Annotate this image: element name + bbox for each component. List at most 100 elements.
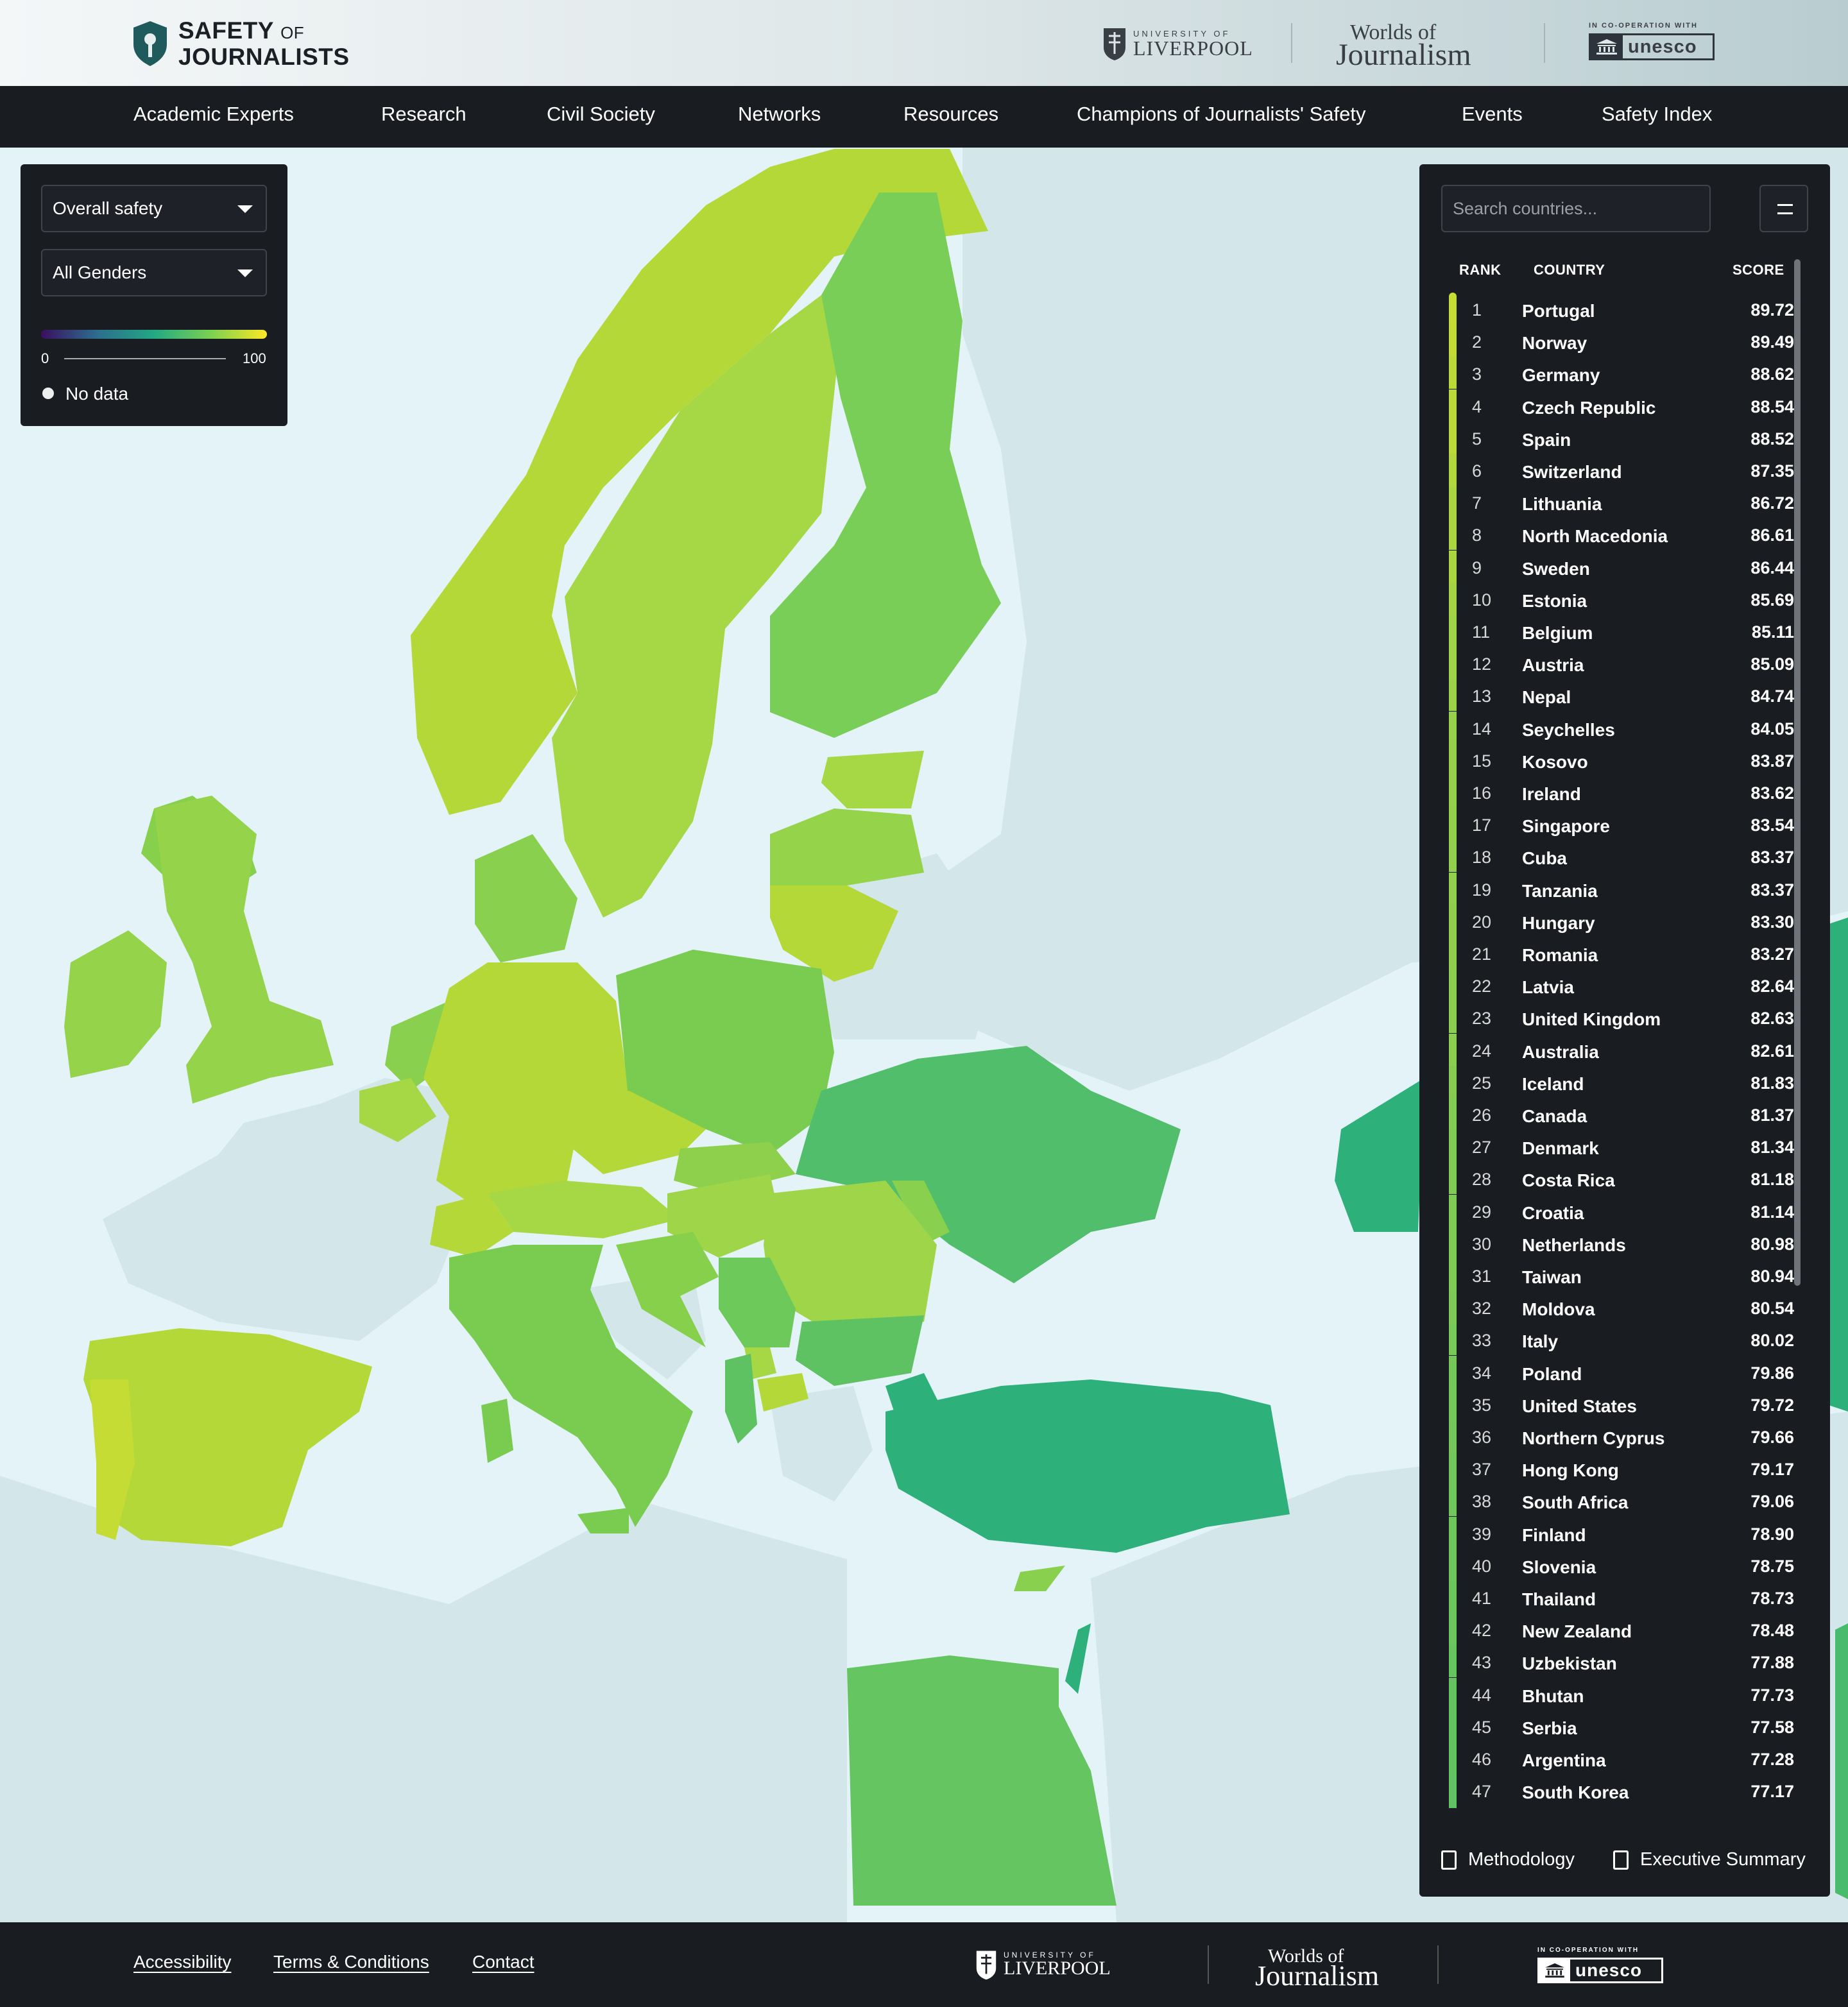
score-color-bar [1449,776,1457,808]
footer-accessibility[interactable]: Accessibility [133,1952,231,1972]
table-row[interactable]: 26 Canada 81.37 [1441,1098,1801,1130]
table-row[interactable]: 47 South Korea 77.17 [1441,1774,1801,1807]
table-row[interactable]: 3 Germany 88.62 [1441,357,1801,389]
score-color-bar [1449,1613,1457,1646]
score-color-bar [1449,647,1457,679]
table-row[interactable]: 30 Netherlands 80.98 [1441,1226,1801,1259]
filter-legend-panel: Overall safety All Genders 0 100 No data [21,164,287,426]
worlds-of-journalism-logo[interactable]: Worlds of Journalism [1336,22,1471,71]
nav-networks[interactable]: Networks [738,103,821,126]
table-row[interactable]: 46 Argentina 77.28 [1441,1742,1801,1774]
score-color-bar [1449,293,1457,325]
table-row[interactable]: 28 Costa Rica 81.18 [1441,1162,1801,1195]
country-search-input[interactable] [1441,185,1711,232]
score-cell: 79.06 [1750,1492,1794,1512]
gender-select[interactable]: All Genders [41,249,267,296]
table-row[interactable]: 39 Finland 78.90 [1441,1516,1801,1549]
table-row[interactable]: 37 Hong Kong 79.17 [1441,1452,1801,1485]
table-row[interactable]: 13 Nepal 84.74 [1441,679,1801,712]
table-row[interactable]: 43 Uzbekistan 77.88 [1441,1645,1801,1678]
country-cell: North Macedonia [1522,526,1668,547]
metric-select[interactable]: Overall safety [41,185,267,232]
table-row[interactable]: 6 Switzerland 87.35 [1441,454,1801,486]
table-row[interactable]: 44 Bhutan 77.73 [1441,1677,1801,1710]
methodology-link[interactable]: Methodology [1441,1849,1575,1870]
unesco-logo[interactable]: IN CO-OPERATION WITH unesco [1589,22,1715,60]
table-row[interactable]: 48Slovakia76.59 [1441,1806,1801,1808]
footer-contact[interactable]: Contact [472,1952,535,1972]
table-row[interactable]: 41 Thailand 78.73 [1441,1581,1801,1613]
table-row[interactable]: 22 Latvia 82.64 [1441,969,1801,1002]
table-row[interactable]: 35 United States 79.72 [1441,1387,1801,1420]
table-row[interactable]: 27 Denmark 81.34 [1441,1130,1801,1163]
table-row[interactable]: 25 Iceland 81.83 [1441,1065,1801,1098]
score-cell: 83.37 [1750,848,1794,867]
table-row[interactable]: 29 Croatia 81.14 [1441,1194,1801,1227]
table-row[interactable]: 36 Northern Cyprus 79.66 [1441,1420,1801,1452]
header-score[interactable]: SCORE [1733,262,1784,278]
header-country[interactable]: COUNTRY [1534,262,1605,278]
table-row[interactable]: 33 Italy 80.02 [1441,1323,1801,1356]
nav-safety-index[interactable]: Safety Index [1602,103,1712,126]
header-rank[interactable]: RANK [1459,262,1502,278]
table-row[interactable]: 16 Ireland 83.62 [1441,776,1801,808]
table-row[interactable]: 12 Austria 85.09 [1441,647,1801,679]
score-color-bar [1449,1323,1457,1356]
table-row[interactable]: 32 Moldova 80.54 [1441,1291,1801,1324]
score-cell: 77.17 [1750,1782,1794,1802]
scrollbar[interactable] [1794,259,1801,1286]
table-row[interactable]: 9 Sweden 86.44 [1441,550,1801,583]
table-row[interactable]: 24 Australia 82.61 [1441,1033,1801,1066]
table-row[interactable]: 45 Serbia 77.58 [1441,1709,1801,1742]
table-row[interactable]: 17 Singapore 83.54 [1441,808,1801,841]
table-row[interactable]: 2 Norway 89.49 [1441,325,1801,357]
table-row[interactable]: 4 Czech Republic 88.54 [1441,389,1801,422]
footer-woj-logo[interactable]: Worlds of Journalism [1255,1947,1379,1990]
table-row[interactable]: 31 Taiwan 80.94 [1441,1259,1801,1291]
table-row[interactable]: 11 Belgium 85.11 [1441,615,1801,647]
table-row[interactable]: 14 Seychelles 84.05 [1441,711,1801,744]
shield-icon [133,21,167,66]
score-color-bar [1449,1355,1457,1388]
score-color-bar [1449,1806,1457,1808]
nav-academic-experts[interactable]: Academic Experts [133,103,294,126]
site-header: SAFETY OF JOURNALISTS UNIVERSITY OF LIVE… [0,0,1848,86]
footer-unesco-logo[interactable]: IN CO-OPERATION WITH unesco [1537,1947,1663,1983]
footer-liverpool-logo[interactable]: UNIVERSITY OF LIVERPOOL [975,1948,1111,1981]
nav-research[interactable]: Research [381,103,466,126]
document-icon [1441,1850,1457,1870]
table-row[interactable]: 8 North Macedonia 86.61 [1441,518,1801,551]
table-row[interactable]: 1 Portugal 89.72 [1441,293,1801,325]
menu-icon[interactable] [1759,185,1808,232]
table-row[interactable]: 21 Romania 83.27 [1441,937,1801,969]
table-row[interactable]: 7 Lithuania 86.72 [1441,486,1801,518]
site-logo[interactable]: SAFETY OF JOURNALISTS [132,19,350,69]
executive-summary-link[interactable]: Executive Summary [1613,1849,1806,1870]
table-row[interactable]: 23 United Kingdom 82.63 [1441,1001,1801,1034]
table-row[interactable]: 20 Hungary 83.30 [1441,904,1801,937]
table-row[interactable]: 34 Poland 79.86 [1441,1355,1801,1388]
score-cell: 77.58 [1750,1717,1794,1737]
nav-civil-society[interactable]: Civil Society [547,103,655,126]
nav-events[interactable]: Events [1462,103,1523,126]
nav-resources[interactable]: Resources [903,103,998,126]
score-color-bar [1449,904,1457,937]
site-footer: Accessibility Terms & Conditions Contact… [0,1922,1848,2007]
score-cell: 81.18 [1750,1170,1794,1190]
table-row[interactable]: 40 Slovenia 78.75 [1441,1548,1801,1581]
table-row[interactable]: 38 South Africa 79.06 [1441,1484,1801,1517]
nav-champions[interactable]: Champions of Journalists' Safety [1077,103,1365,126]
table-row[interactable]: 10 Estonia 85.69 [1441,582,1801,615]
footer-terms[interactable]: Terms & Conditions [273,1952,429,1972]
table-row[interactable]: 18 Cuba 83.37 [1441,840,1801,873]
score-color-bar [1449,1452,1457,1485]
rank-cell: 37 [1472,1460,1492,1480]
table-row[interactable]: 19 Tanzania 83.37 [1441,872,1801,905]
score-color-bar [1449,582,1457,615]
table-row[interactable]: 15 Kosovo 83.87 [1441,743,1801,776]
score-cell: 85.09 [1750,654,1794,674]
score-color-bar [1449,969,1457,1002]
table-row[interactable]: 5 Spain 88.52 [1441,421,1801,454]
table-row[interactable]: 42 New Zealand 78.48 [1441,1613,1801,1646]
liverpool-logo[interactable]: UNIVERSITY OF LIVERPOOL [1102,24,1253,63]
